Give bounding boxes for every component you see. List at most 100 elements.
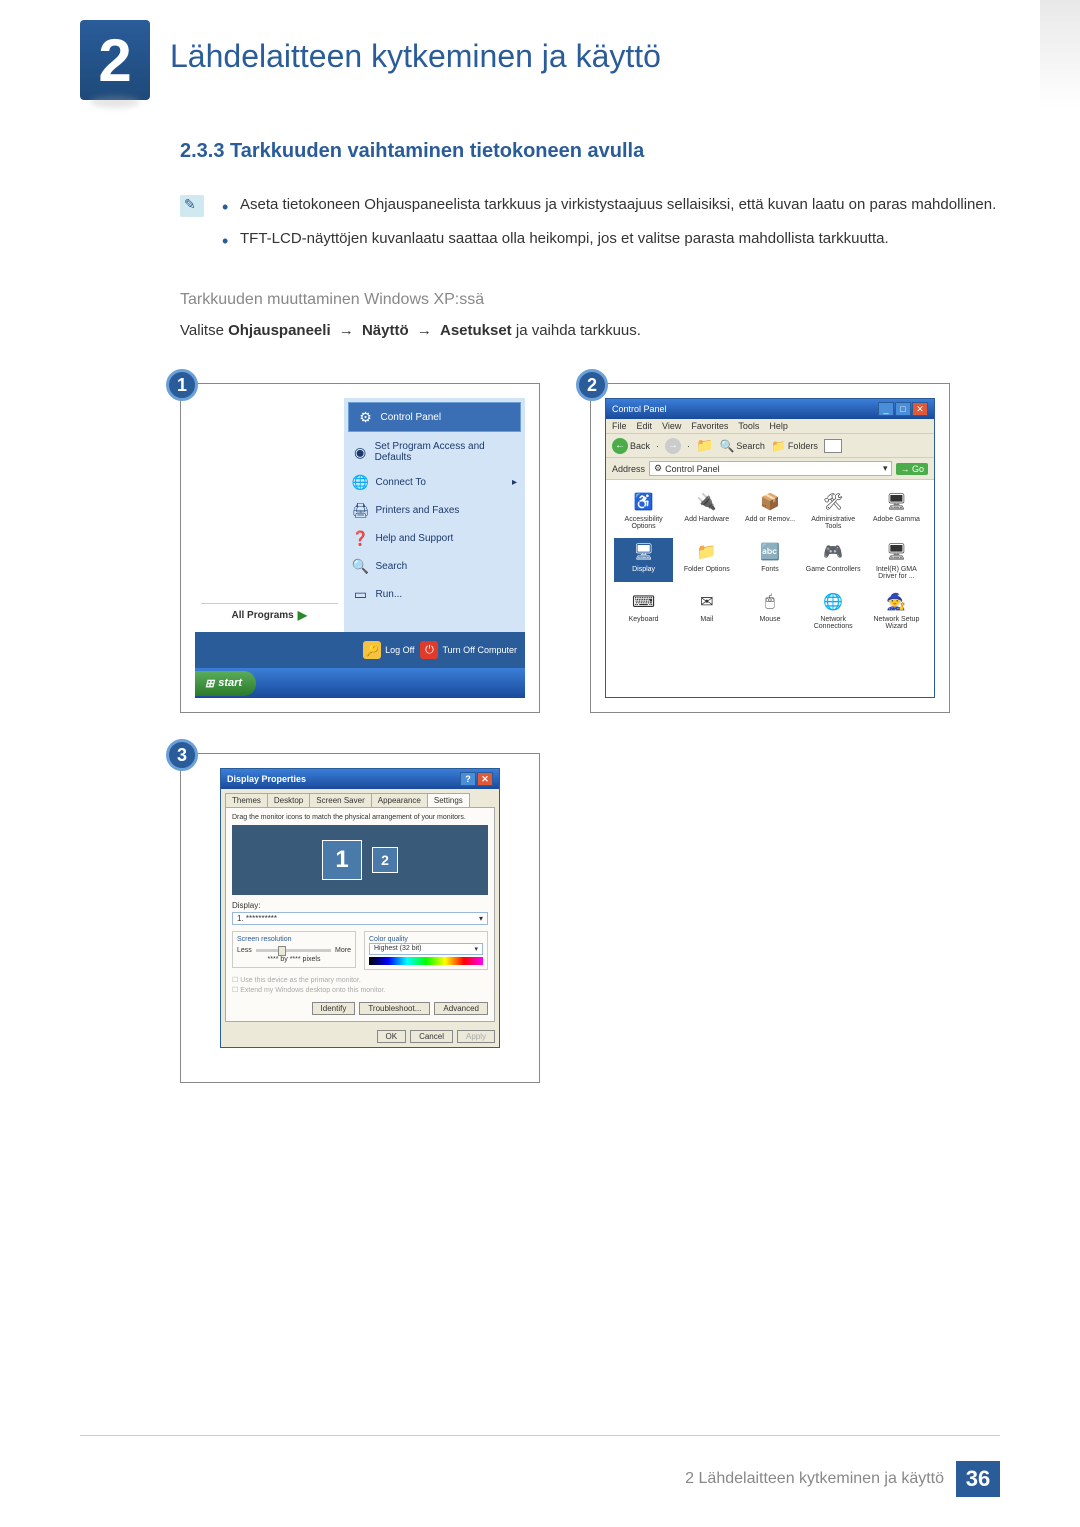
app-icon: 📦	[758, 490, 782, 514]
tab-screen-saver[interactable]: Screen Saver	[309, 793, 371, 807]
slider-thumb[interactable]	[278, 946, 286, 956]
maximize-button[interactable]: □	[895, 402, 911, 416]
tab-appearance[interactable]: Appearance	[371, 793, 428, 807]
chevron-right-icon: ▸	[512, 477, 517, 488]
cp-icon-mouse[interactable]: 🖱Mouse	[740, 588, 799, 632]
cp-icon-keyboard[interactable]: ⌨Keyboard	[614, 588, 673, 632]
start-button[interactable]: ⊞ start	[195, 671, 256, 696]
chevron-right-icon: ▶	[298, 608, 307, 622]
app-icon: 🛠	[821, 490, 845, 514]
menu-item-connect[interactable]: 🌐 Connect To ▸	[344, 468, 526, 496]
tab-bar: ThemesDesktopScreen SaverAppearanceSetti…	[221, 789, 499, 807]
menu-tools[interactable]: Tools	[738, 421, 759, 431]
network-icon: 🌐	[352, 473, 370, 491]
close-button[interactable]: ✕	[477, 772, 493, 786]
menu-item-control-panel[interactable]: ⚙ Control Panel	[348, 402, 522, 432]
minimize-button[interactable]: _	[878, 402, 894, 416]
menu-item-set-access[interactable]: ◉ Set Program Access and Defaults	[344, 436, 526, 468]
tab-desktop[interactable]: Desktop	[267, 793, 310, 807]
control-panel-icon: ⚙	[357, 408, 375, 426]
tab-settings[interactable]: Settings	[427, 793, 470, 807]
app-icon: 🎮	[821, 540, 845, 564]
window-titlebar: Display Properties ? ✕	[221, 769, 499, 789]
cp-icon-add-hardware[interactable]: 🔌Add Hardware	[677, 488, 736, 532]
menu-item-printers[interactable]: 🖨 Printers and Faxes	[344, 496, 526, 524]
page-number: 36	[956, 1461, 1000, 1497]
cp-icon-accessibility-options[interactable]: ♿Accessibility Options	[614, 488, 673, 532]
extend-desktop-checkbox[interactable]: ☐ Extend my Windows desktop onto this mo…	[232, 986, 488, 996]
app-icon: ♿	[632, 490, 656, 514]
cp-icon-network-connections[interactable]: 🌐Network Connections	[804, 588, 863, 632]
menu-favorites[interactable]: Favorites	[691, 421, 728, 431]
display-select[interactable]: 1. ********** ▾	[232, 912, 488, 925]
app-icon: 🖥	[884, 490, 908, 514]
menu-edit[interactable]: Edit	[637, 421, 653, 431]
help-button[interactable]: ?	[460, 772, 476, 786]
cp-icon-mail[interactable]: ✉Mail	[677, 588, 736, 632]
address-input[interactable]: ⚙ Control Panel ▾	[649, 461, 892, 476]
menu-item-help[interactable]: ❓ Help and Support	[344, 524, 526, 552]
turn-off-button[interactable]: ⏻ Turn Off Computer	[420, 641, 517, 659]
close-button[interactable]: ✕	[912, 402, 928, 416]
help-icon: ❓	[352, 529, 370, 547]
forward-button[interactable]: →	[665, 438, 681, 454]
menu-help[interactable]: Help	[769, 421, 788, 431]
screenshot-2: Control Panel _ □ ✕ File Edit View Favor	[590, 383, 950, 713]
instruction-text: Valitse Ohjauspaneeli → Näyttö → Asetuks…	[180, 319, 1000, 343]
power-icon: ⏻	[420, 641, 438, 659]
resolution-slider[interactable]: Less More	[237, 947, 351, 954]
chapter-header: 2 Lähdelaitteen kytkeminen ja käyttö	[80, 20, 1000, 100]
page-side-decoration	[1040, 0, 1080, 110]
cp-icon-administrative-tools[interactable]: 🛠Administrative Tools	[804, 488, 863, 532]
cp-icon-folder-options[interactable]: 📁Folder Options	[677, 538, 736, 582]
monitor-arrangement[interactable]: 1 2	[232, 825, 488, 895]
chevron-down-icon: ▾	[479, 914, 483, 923]
all-programs-button[interactable]: All Programs ▶	[201, 603, 338, 626]
app-icon: 🖥	[632, 540, 656, 564]
menu-view[interactable]: View	[662, 421, 681, 431]
toolbar: ← Back · → · 📁 🔍 Search	[606, 434, 934, 458]
monitor-1[interactable]: 1	[322, 840, 362, 880]
cp-icon-add-or-remov-[interactable]: 📦Add or Remov...	[740, 488, 799, 532]
views-button[interactable]	[824, 439, 842, 453]
back-button[interactable]: ← Back	[612, 438, 650, 454]
start-menu-footer: 🔑 Log Off ⏻ Turn Off Computer	[195, 632, 525, 668]
back-icon: ←	[612, 438, 628, 454]
menu-item-run[interactable]: ▭ Run...	[344, 580, 526, 608]
log-off-icon: 🔑	[363, 641, 381, 659]
printer-icon: 🖨	[352, 501, 370, 519]
cp-icon-game-controllers[interactable]: 🎮Game Controllers	[804, 538, 863, 582]
log-off-button[interactable]: 🔑 Log Off	[363, 641, 414, 659]
primary-monitor-checkbox[interactable]: ☐ Use this device as the primary monitor…	[232, 976, 488, 986]
up-button[interactable]: 📁	[696, 437, 713, 454]
path-segment: Näyttö	[362, 322, 409, 339]
note-item: Aseta tietokoneen Ohjauspaneelista tarkk…	[222, 193, 996, 217]
cp-icon-fonts[interactable]: 🔤Fonts	[740, 538, 799, 582]
identify-button[interactable]: Identify	[312, 1002, 356, 1015]
cp-icon-display[interactable]: 🖥Display	[614, 538, 673, 582]
app-icon: 🧙	[884, 590, 908, 614]
start-menu: All Programs ▶ ⚙ Control Panel	[195, 398, 525, 698]
cp-icon-intel-r-gma-driver-for-[interactable]: 🖥Intel(R) GMA Driver for ...	[867, 538, 926, 582]
ok-button[interactable]: OK	[377, 1030, 407, 1043]
troubleshoot-button[interactable]: Troubleshoot...	[359, 1002, 430, 1015]
monitor-2[interactable]: 2	[372, 847, 398, 873]
app-icon: ✉	[695, 590, 719, 614]
search-icon: 🔍	[719, 439, 734, 453]
cp-icon-adobe-gamma[interactable]: 🖥Adobe Gamma	[867, 488, 926, 532]
color-quality-select[interactable]: Highest (32 bit) ▾	[369, 943, 483, 955]
tab-themes[interactable]: Themes	[225, 793, 268, 807]
folders-button[interactable]: 📁 Folders	[771, 439, 818, 453]
menu-item-search[interactable]: 🔍 Search	[344, 552, 526, 580]
document-page: 2 Lähdelaitteen kytkeminen ja käyttö 2.3…	[0, 0, 1080, 1083]
apply-button[interactable]: Apply	[457, 1030, 495, 1043]
go-button[interactable]: → Go	[896, 463, 928, 475]
control-panel-icon: ⚙	[654, 463, 662, 474]
search-button[interactable]: 🔍 Search	[719, 439, 764, 453]
advanced-button[interactable]: Advanced	[434, 1002, 488, 1015]
app-icon: 🖥	[884, 540, 908, 564]
chapter-number: 2	[98, 26, 131, 95]
cp-icon-network-setup-wizard[interactable]: 🧙Network Setup Wizard	[867, 588, 926, 632]
menu-file[interactable]: File	[612, 421, 627, 431]
cancel-button[interactable]: Cancel	[410, 1030, 453, 1043]
